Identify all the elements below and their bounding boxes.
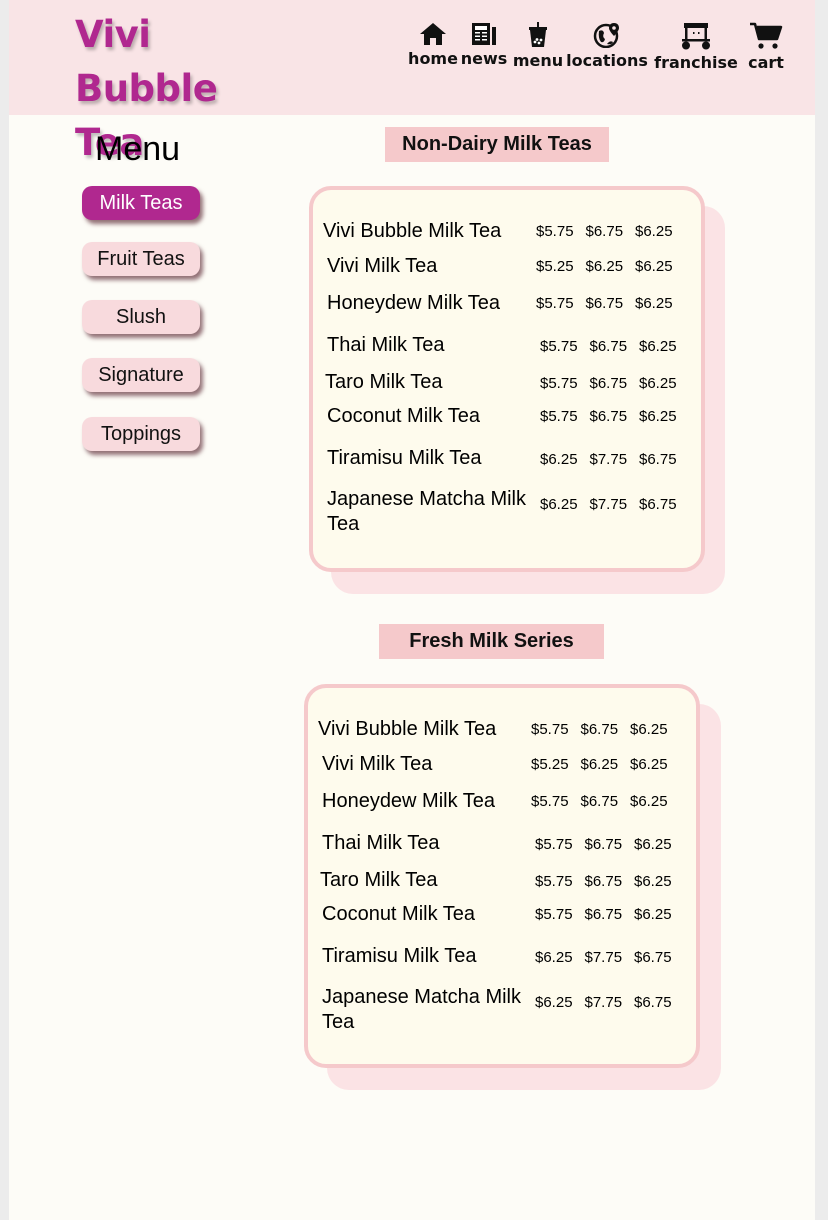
menu-item-price: $6.25 xyxy=(585,258,624,275)
menu-item-name: Coconut Milk Tea xyxy=(322,903,476,925)
menu-item-price: $5.75 xyxy=(540,408,578,425)
menu-item-price: $6.75 xyxy=(584,873,623,890)
menu-item-price: $6.75 xyxy=(589,408,628,425)
section-title-fresh-milk: Fresh Milk Series xyxy=(379,624,604,659)
menu-item-name: Japanese Matcha Milk Tea xyxy=(327,488,526,535)
section-title-non-dairy: Non-Dairy Milk Teas xyxy=(385,127,609,162)
brand-name-line1: Vivi Bubble xyxy=(75,13,218,110)
menu-item-name: Coconut Milk Tea xyxy=(327,405,481,427)
menu-item-price: $5.75 xyxy=(535,873,573,890)
menu-item-price: $6.25 xyxy=(630,721,668,738)
menu-item-price: $5.75 xyxy=(540,338,578,355)
nav-locations-label: locations xyxy=(566,51,648,70)
category-fruit-teas-button[interactable]: Fruit Teas xyxy=(82,242,200,276)
shop-cart-icon xyxy=(682,23,710,50)
menu-item-name: Taro Milk Tea xyxy=(325,371,443,393)
menu-item-name: Honeydew Milk Tea xyxy=(327,292,501,314)
menu-item-price: $6.75 xyxy=(589,338,628,355)
category-signature-button[interactable]: Signature xyxy=(82,358,200,392)
menu-item-price: $5.75 xyxy=(536,295,574,312)
menu-item-price: $6.75 xyxy=(634,949,672,966)
nav-franchise[interactable]: franchise xyxy=(654,22,738,78)
menu-item-name: Taro Milk Tea xyxy=(320,869,438,891)
menu-item-price: $6.75 xyxy=(580,721,619,738)
menu-item-price: $6.75 xyxy=(639,496,677,513)
menu-item-name: Vivi Milk Tea xyxy=(322,753,433,775)
menu-item-price: $7.75 xyxy=(584,949,623,966)
menu-item-price: $6.25 xyxy=(639,338,677,355)
menu-item-name: Japanese Matcha Milk Tea xyxy=(322,986,521,1033)
menu-item-name: Vivi Milk Tea xyxy=(327,255,438,277)
menu-item-name: Thai Milk Tea xyxy=(327,334,445,356)
nav-news-label: news xyxy=(460,49,508,68)
site-header: Vivi Bubble Tea home news menu locations… xyxy=(9,0,815,164)
nav-franchise-label: franchise xyxy=(654,53,738,72)
newspaper-icon xyxy=(472,23,496,45)
menu-item-price: $6.25 xyxy=(639,408,677,425)
menu-item-price: $6.25 xyxy=(580,756,619,773)
menu-item-price: $6.75 xyxy=(634,994,672,1011)
menu-item-price: $6.75 xyxy=(580,793,619,810)
home-icon xyxy=(420,23,446,45)
menu-item-price: $5.25 xyxy=(536,258,574,275)
menu-item-price: $5.75 xyxy=(540,375,578,392)
menu-item-price: $6.75 xyxy=(584,836,623,853)
menu-item-price: $6.25 xyxy=(635,258,673,275)
nav-menu-label: menu xyxy=(512,51,564,70)
nav-home[interactable]: home xyxy=(408,22,458,78)
category-slush-button[interactable]: Slush xyxy=(82,300,200,334)
menu-item-name: Tiramisu Milk Tea xyxy=(322,945,477,967)
menu-item-price: $6.25 xyxy=(634,906,672,923)
menu-item-price: $6.25 xyxy=(639,375,677,392)
menu-item-name: Thai Milk Tea xyxy=(322,832,440,854)
nav-locations[interactable]: locations xyxy=(566,22,648,78)
category-milk-teas-button[interactable]: Milk Teas xyxy=(82,186,200,220)
menu-item-price: $6.75 xyxy=(585,295,624,312)
menu-item-price: $6.25 xyxy=(535,949,573,966)
globe-pin-icon xyxy=(593,23,619,48)
menu-item-price: $5.75 xyxy=(535,906,573,923)
menu-item-price: $7.75 xyxy=(589,451,628,468)
menu-item-price: $7.75 xyxy=(584,994,623,1011)
menu-item-price: $6.25 xyxy=(540,496,578,513)
shopping-cart-icon xyxy=(750,22,783,49)
menu-item-price: $5.75 xyxy=(535,836,573,853)
menu-item-price: $6.25 xyxy=(630,793,668,810)
page: Vivi Bubble Tea home news menu locations… xyxy=(9,0,815,1220)
menu-item-name: Honeydew Milk Tea xyxy=(322,790,496,812)
menu-item-price: $6.25 xyxy=(540,451,578,468)
menu-item-name: Vivi Bubble Milk Tea xyxy=(323,220,502,242)
menu-item-price: $6.25 xyxy=(635,295,673,312)
nav-cart[interactable]: cart xyxy=(743,22,789,78)
nav-menu[interactable]: menu xyxy=(512,22,564,78)
menu-item-price: $7.75 xyxy=(589,496,628,513)
menu-item-price: $5.25 xyxy=(531,756,569,773)
menu-item-price: $5.75 xyxy=(531,721,569,738)
menu-item-price: $6.25 xyxy=(630,756,668,773)
nav-news[interactable]: news xyxy=(460,22,508,78)
menu-item-price: $6.25 xyxy=(634,836,672,853)
menu-item-name: Tiramisu Milk Tea xyxy=(327,447,482,469)
menu-item-price: $5.75 xyxy=(531,793,569,810)
menu-item-price: $6.25 xyxy=(535,994,573,1011)
menu-item-price: $6.75 xyxy=(589,375,628,392)
menu-item-name: Vivi Bubble Milk Tea xyxy=(318,718,497,740)
category-toppings-button[interactable]: Toppings xyxy=(82,417,200,451)
bubble-tea-cup-icon xyxy=(529,22,547,47)
menu-card-non-dairy: Vivi Bubble Milk Tea $5.75 $6.75 $6.25 Vivi … xyxy=(309,186,705,572)
menu-title: Menu xyxy=(95,130,181,168)
menu-item-price: $6.75 xyxy=(639,451,677,468)
menu-item-price: $5.75 xyxy=(536,223,574,240)
menu-item-price: $6.75 xyxy=(585,223,624,240)
menu-card-fresh-milk: Vivi Bubble Milk Tea $5.75 $6.75 $6.25 Vivi … xyxy=(304,684,700,1068)
nav-cart-label: cart xyxy=(748,53,784,72)
menu-item-price: $6.25 xyxy=(634,873,672,890)
menu-item-price: $6.75 xyxy=(584,906,623,923)
menu-item-price: $6.25 xyxy=(635,223,673,240)
nav-home-label: home xyxy=(408,49,458,68)
